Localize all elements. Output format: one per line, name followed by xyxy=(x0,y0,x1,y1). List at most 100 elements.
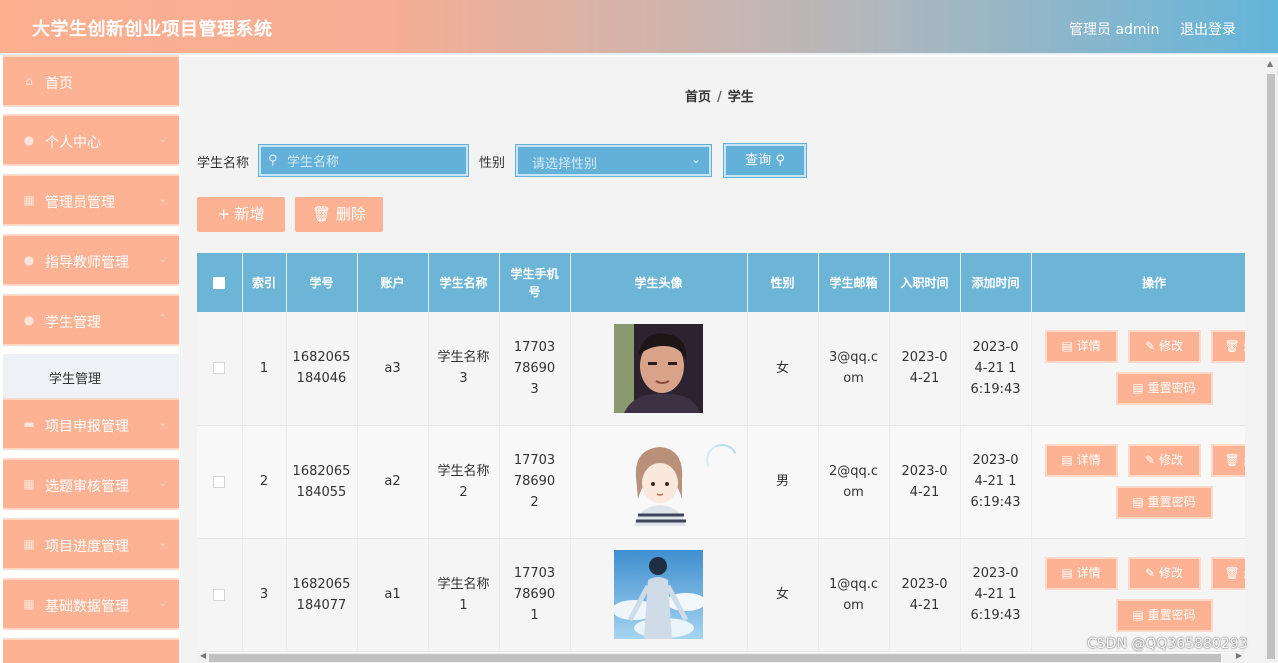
added-time-cell: 2023-04-21 16:19:43 xyxy=(960,312,1032,426)
horizontal-scroll-thumb[interactable] xyxy=(209,654,1221,662)
sidebar-item-topic-review[interactable]: ▦ 选题审核管理 ⌄ xyxy=(3,458,179,510)
sidebar-item-label: 个人中心 xyxy=(45,135,101,151)
sidebar-item-project-application[interactable]: ▬ 项目申报管理 ⌄ xyxy=(3,398,179,450)
hire-date-cell: 2023-04-21 xyxy=(889,312,961,426)
trash-icon: 🗑 xyxy=(312,205,332,223)
phone-cell: 17703786902 xyxy=(499,425,571,539)
select-all-checkbox[interactable] xyxy=(213,277,226,289)
logout-link[interactable]: 退出登录 xyxy=(1180,19,1236,39)
row-checkbox[interactable] xyxy=(213,588,226,601)
add-button[interactable]: + 新增 xyxy=(197,197,285,232)
scroll-left-arrow-icon[interactable]: ◀ xyxy=(200,651,206,660)
breadcrumb-current: 学生 xyxy=(727,90,754,105)
edit-button[interactable]: ✎ 修改 xyxy=(1127,330,1201,363)
sidebar-item-profile[interactable]: ● 个人中心 ⌄ xyxy=(3,114,179,166)
user-icon: ● xyxy=(23,253,35,267)
scroll-right-arrow-icon[interactable]: ▶ xyxy=(1236,651,1242,660)
index-cell: 3 xyxy=(242,538,287,652)
main-content: 首页 / 学生 学生名称 ⚲ 性别 请选择性别 ⌄ 查询 ⚲ + 新增 🗑 删除 xyxy=(180,57,1278,663)
doc-icon: ▤ xyxy=(1061,452,1073,467)
trash-icon: 🗑 xyxy=(1224,565,1240,580)
submenu-item-student-management[interactable]: 学生管理 xyxy=(3,354,179,398)
column-header: 学号 xyxy=(286,253,358,312)
reset-password-button[interactable]: ▤ 重置密码 xyxy=(1115,485,1213,519)
chevron-down-icon: ⌄ xyxy=(690,152,701,166)
top-header: 大学生创新创业项目管理系统 管理员 admin 退出登录 xyxy=(0,0,1278,55)
query-button-label: 查询 xyxy=(745,153,772,168)
gender-select-placeholder: 请选择性别 xyxy=(532,157,598,172)
avatar-cell xyxy=(570,538,748,652)
sidebar-item-teacher-management[interactable]: ● 指导教师管理 ⌄ xyxy=(3,234,179,286)
row-select-cell[interactable] xyxy=(197,538,243,652)
grid-icon: ▦ xyxy=(23,597,35,611)
breadcrumb-home[interactable]: 首页 xyxy=(685,90,711,105)
sidebar-item-label: 首页 xyxy=(45,76,73,92)
row-delete-button[interactable]: 🗑 删 xyxy=(1210,330,1245,363)
horizontal-scrollbar[interactable]: ◀ ▶ xyxy=(197,651,1245,663)
sidebar-item-home[interactable]: ⌂ 首页 xyxy=(3,55,179,107)
student-name-search[interactable]: ⚲ xyxy=(258,144,469,177)
email-cell: 2@qq.com xyxy=(818,425,890,539)
added-time-cell: 2023-04-21 16:19:43 xyxy=(960,538,1032,652)
detail-button[interactable]: ▤ 详情 xyxy=(1044,556,1118,590)
table-row: 2 1682065184055 a2 学生名称2 17703786902 男 2… xyxy=(197,425,1245,539)
detail-button-label: 详情 xyxy=(1076,565,1101,580)
account-cell: a1 xyxy=(357,538,429,652)
index-cell: 1 xyxy=(242,312,287,426)
table-row: 1 1682065184046 a3 学生名称3 17703786903 女 3… xyxy=(197,312,1245,426)
vertical-scroll-thumb[interactable] xyxy=(1267,74,1275,659)
sidebar-item-basic-data[interactable]: ▦ 基础数据管理 ⌄ xyxy=(3,578,179,630)
column-header: 入职时间 xyxy=(889,253,961,312)
account-cell: a2 xyxy=(357,425,429,539)
actions-cell: ▤ 详情 ✎ 修改 🗑 删 ▤ 重置密码 xyxy=(1031,425,1245,539)
sidebar-item-student-management[interactable]: ● 学生管理 ⌃ xyxy=(3,294,179,346)
avatar-cell xyxy=(570,312,748,426)
search-icon: ⚲ xyxy=(268,153,278,168)
doc-icon: ▤ xyxy=(1061,339,1073,353)
scroll-up-arrow-icon[interactable]: ▲ xyxy=(1267,59,1273,68)
column-header: 操作 xyxy=(1031,253,1245,312)
student-no-cell: 1682065184077 xyxy=(286,538,358,652)
student-name-input[interactable] xyxy=(287,151,457,171)
grid-icon: ▦ xyxy=(23,537,35,551)
doc-icon: ▤ xyxy=(1132,381,1144,395)
column-header: 学生手机号 xyxy=(499,253,571,312)
chat-icon: ▬ xyxy=(23,417,35,431)
hire-date-cell: 2023-04-21 xyxy=(889,425,961,539)
avatar-cartoon-girl xyxy=(614,437,703,526)
sidebar-item-progress-management[interactable]: ▦ 项目进度管理 ⌄ xyxy=(3,518,179,570)
gender-cell: 女 xyxy=(747,538,819,652)
row-select-cell[interactable] xyxy=(197,312,243,426)
reset-password-button[interactable]: ▤ 重置密码 xyxy=(1115,598,1213,632)
query-button[interactable]: 查询 ⚲ xyxy=(723,143,807,178)
sidebar-item-label: 选题审核管理 xyxy=(45,479,129,495)
reset-password-button[interactable]: ▤ 重置密码 xyxy=(1115,372,1213,405)
select-all-cell[interactable] xyxy=(197,253,243,312)
vertical-scrollbar[interactable]: ▲ xyxy=(1264,57,1278,663)
chevron-down-icon: ⌄ xyxy=(157,132,167,145)
row-checkbox[interactable] xyxy=(213,362,226,375)
detail-button[interactable]: ▤ 详情 xyxy=(1044,443,1118,477)
app-title: 大学生创新创业项目管理系统 xyxy=(32,19,273,40)
row-delete-button[interactable]: 🗑 删 xyxy=(1210,556,1245,590)
sidebar-item-label: 项目进度管理 xyxy=(45,539,129,555)
edit-button[interactable]: ✎ 修改 xyxy=(1127,443,1201,477)
student-no-cell: 1682065184046 xyxy=(286,312,358,426)
detail-button-label: 详情 xyxy=(1076,452,1101,467)
phone-cell: 17703786903 xyxy=(499,312,571,426)
column-header: 添加时间 xyxy=(960,253,1032,312)
edit-button[interactable]: ✎ 修改 xyxy=(1127,556,1201,590)
row-select-cell[interactable] xyxy=(197,425,243,539)
sidebar-item-more[interactable] xyxy=(3,638,179,663)
student-name-cell: 学生名称1 xyxy=(428,538,500,652)
delete-button[interactable]: 🗑 删除 xyxy=(295,197,383,232)
trash-icon: 🗑 xyxy=(1224,339,1240,353)
detail-button[interactable]: ▤ 详情 xyxy=(1044,330,1118,363)
row-delete-button[interactable]: 🗑 删 xyxy=(1210,443,1245,477)
row-checkbox[interactable] xyxy=(213,475,226,488)
gender-select[interactable]: 请选择性别 ⌄ xyxy=(515,144,712,177)
sidebar-item-label: 学生管理 xyxy=(45,315,101,331)
column-header: 学生头像 xyxy=(570,253,748,312)
index-cell: 2 xyxy=(242,425,287,539)
sidebar-item-admin-management[interactable]: ▦ 管理员管理 ⌄ xyxy=(3,174,179,226)
